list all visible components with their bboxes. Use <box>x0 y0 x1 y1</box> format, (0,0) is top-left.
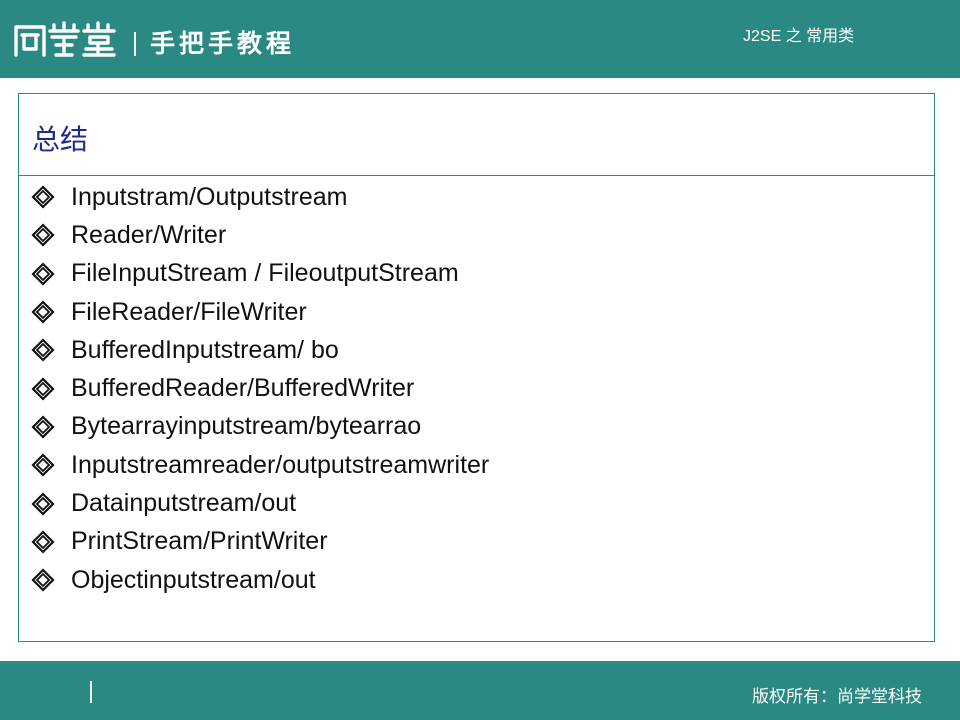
diamond-bullet-icon <box>31 377 55 401</box>
bullet-item: Reader/Writer <box>31 216 489 254</box>
bullet-item: Inputstram/Outputstream <box>31 178 489 216</box>
bullet-text: Reader/Writer <box>71 220 227 249</box>
bullet-text: Objectinputstream/out <box>71 565 316 594</box>
bullet-item: FileInputStream / FileoutputStream <box>31 255 489 293</box>
footer-separator <box>90 681 92 703</box>
diamond-bullet-icon <box>31 185 55 209</box>
slide-title: 总结 <box>32 123 89 156</box>
title-band: 总结 <box>19 94 934 176</box>
bullet-text: BufferedReader/BufferedWriter <box>71 374 415 403</box>
bullet-item: BufferedReader/BufferedWriter <box>31 369 489 407</box>
diamond-bullet-icon <box>31 491 55 516</box>
bullet-text: PrintStream/PrintWriter <box>71 527 328 556</box>
bullet-item: PrintStream/PrintWriter <box>31 523 489 561</box>
bullet-text: BufferedInputstream/ bo <box>71 335 339 364</box>
bullet-item: Objectinputstream/out <box>31 561 489 599</box>
bullet-text: FileInputStream / FileoutputStream <box>71 259 459 288</box>
diamond-bullet-icon <box>31 453 55 477</box>
bullet-item: Inputstreamreader/outputstreamwriter <box>31 446 489 484</box>
header-bar: 手把手教程 J2SE 之 常用类 <box>0 0 960 78</box>
bullet-text: Inputstreamreader/outputstreamwriter <box>71 450 490 479</box>
logo-separator <box>134 32 136 56</box>
bullet-list: Inputstram/Outputstream Reader/Writer Fi… <box>31 178 489 599</box>
shangxuetang-logo <box>14 21 116 57</box>
bullet-item: Bytearrayinputstream/bytearrao <box>31 408 489 446</box>
bullet-text: Datainputstream/out <box>71 489 297 518</box>
diamond-bullet-icon <box>31 223 55 247</box>
footer-bar: 版权所有：尚学堂科技 <box>0 661 960 720</box>
diamond-bullet-icon <box>31 415 55 439</box>
copyright-text: 版权所有：尚学堂科技 <box>752 687 922 707</box>
diamond-bullet-icon <box>31 300 55 324</box>
bullet-text: FileReader/FileWriter <box>71 297 307 326</box>
bullet-item: FileReader/FileWriter <box>31 293 489 331</box>
content-box: 总结 Inputstram/Outputstream Reader/Writer… <box>18 93 935 642</box>
bullet-text: Bytearrayinputstream/bytearrao <box>71 412 422 441</box>
diamond-bullet-icon <box>31 262 55 286</box>
diamond-bullet-icon <box>31 530 55 554</box>
diamond-bullet-icon <box>31 338 55 362</box>
bullet-item: Datainputstream/out <box>31 484 489 522</box>
logo-tagline: 手把手教程 <box>150 29 296 58</box>
course-title: J2SE 之 常用类 <box>743 28 855 45</box>
bullet-text: Inputstram/Outputstream <box>71 182 348 211</box>
bullet-item: BufferedInputstream/ bo <box>31 331 489 369</box>
diamond-bullet-icon <box>31 568 55 592</box>
